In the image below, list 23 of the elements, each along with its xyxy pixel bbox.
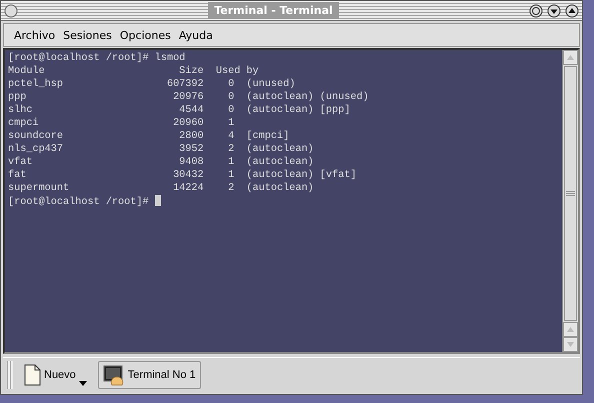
terminal-icon <box>102 364 125 386</box>
scroll-thumb[interactable] <box>564 66 577 321</box>
close-icon[interactable] <box>529 4 543 18</box>
caret-icon <box>78 381 87 386</box>
new-launcher-button[interactable]: Nuevo <box>19 361 92 389</box>
window-menu-icon[interactable] <box>4 4 18 18</box>
menu-item[interactable]: Ayuda <box>174 28 217 42</box>
scrollbar[interactable] <box>562 50 578 352</box>
grip-icon <box>566 190 575 196</box>
panel-handle[interactable] <box>7 361 13 389</box>
terminal-output: [root@localhost /root]# lsmod Module Size Used by pctel_hsp 607392 0 (unused) ppp 20976 0 (autoclean) (unused) slhc 4544 0 (autoclean) [ppp] cmpci 20960 1 soundcore 2800 4 [cmpci] nls_cp437 3952 2 (autoclean) vfat 9408 1 (autoclean) fat 30432 1 (autoclean) [vfat] supermount 14224 2 (autoclean) [root@localhost /root]# <box>7 52 370 210</box>
taskbar-button[interactable]: Terminal No 1 <box>98 361 201 389</box>
scroll-up-icon[interactable] <box>563 50 578 65</box>
scroll-down-icon[interactable] <box>563 337 578 352</box>
scroll-up-icon[interactable] <box>563 322 578 337</box>
menu-item[interactable]: Archivo <box>10 28 60 42</box>
document-icon <box>24 364 41 386</box>
window-title: Terminal - Terminal <box>208 2 339 19</box>
minimize-icon[interactable] <box>547 4 561 18</box>
menu-item[interactable]: Sesiones <box>59 28 116 42</box>
text-cursor <box>154 195 161 206</box>
menu-item[interactable]: Opciones <box>116 28 175 42</box>
maximize-icon[interactable] <box>565 4 579 18</box>
